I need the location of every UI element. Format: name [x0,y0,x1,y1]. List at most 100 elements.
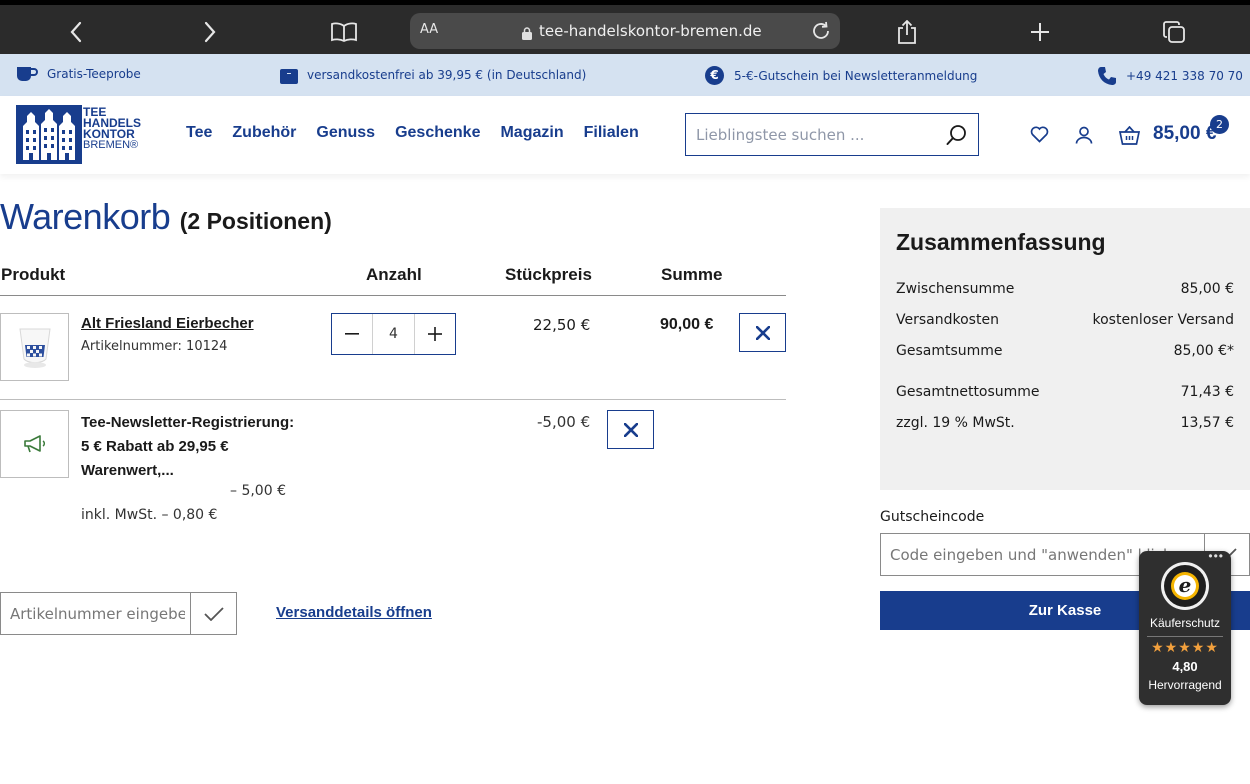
plus-icon [428,327,442,341]
euro-icon: € [705,66,724,85]
browser-toolbar: AA tee-handelskontor-bremen.de [0,0,1250,54]
buyer-protection-label: Käuferschutz [1149,616,1221,630]
package-icon [280,66,298,84]
column-quantity: Anzahl [366,265,422,284]
phone-icon [1098,67,1116,85]
usp-phone-text: +49 421 338 70 70 [1126,69,1243,83]
forward-icon[interactable] [192,17,228,47]
nav-zubehoer[interactable]: Zubehör [232,124,296,142]
increase-quantity-button[interactable] [415,314,455,354]
promotion-price: – 5,00 € [230,483,286,499]
trusted-shops-badge[interactable]: ••• e Käuferschutz ★★★★★ 4,80 Hervorrage… [1139,549,1231,705]
remove-item-button[interactable] [739,313,786,352]
minus-icon [345,333,359,335]
summary-vat-label: zzgl. 19 % MwSt. [896,415,1015,431]
sku-submit-button[interactable] [190,593,236,634]
nav-genuss[interactable]: Genuss [316,124,375,142]
cart-icon[interactable] [1118,125,1141,149]
column-total: Summe [661,265,723,284]
text-size-button[interactable]: AA [420,22,438,37]
heart-icon[interactable] [1030,126,1049,147]
summary-shipping-value: kostenloser Versand [1092,312,1234,328]
column-unit-price: Stückpreis [505,265,592,284]
row-divider [0,399,786,400]
summary-shipping-label: Versandkosten [896,312,999,328]
summary-subtotal-label: Zwischensumme [896,281,1015,297]
summary-net-label: Gesamtnettosumme [896,384,1040,400]
coupon-label: Gutscheincode [880,509,985,525]
usp-sample-text: Gratis-Teeprobe [47,67,141,81]
rating-value: 4,80 [1172,659,1198,674]
cart-count-badge: 2 [1210,115,1229,134]
usp-bar: Gratis-Teeprobe versandkostenfrei ab 39,… [0,54,1250,96]
new-tab-icon[interactable] [1022,17,1058,47]
search-icon[interactable] [946,124,968,146]
nav-tee[interactable]: Tee [186,124,212,142]
logo-text-bremen: BREMEN® [83,139,139,151]
more-icon[interactable]: ••• [1208,549,1224,563]
site-header: TEE HANDELS KONTOR BREMEN® Tee Zubehör G… [0,96,1250,174]
close-icon [755,325,770,340]
sku-input-placeholder: Artikelnummer eingeben ... [10,605,185,623]
page-title-text: Warenkorb [0,196,171,237]
summary-vat-value: 13,57 € [1180,415,1234,431]
usp-shipping-text: versandkostenfrei ab 39,95 € (in Deutsch… [307,68,587,82]
search-input[interactable]: Lieblingstee suchen ... [685,113,979,156]
summary-subtotal-value: 85,00 € [1180,281,1234,297]
back-icon[interactable] [58,17,94,47]
unit-price: 22,50 € [533,316,591,334]
main-nav: Tee Zubehör Genuss Geschenke Magazin Fil… [186,124,659,142]
column-product: Produkt [1,265,66,284]
trusted-shops-seal-letter: e [1178,573,1192,597]
badge-divider [1147,636,1223,637]
nav-geschenke[interactable]: Geschenke [395,124,480,142]
bookmarks-icon[interactable] [326,17,362,47]
summary-total-value: 85,00 €* [1173,343,1234,359]
product-name-link[interactable]: Alt Friesland Eierbecher [81,315,254,332]
close-icon [623,422,638,437]
tea-sample-icon [17,67,38,81]
trusted-shops-seal-icon: e [1160,561,1210,616]
nav-magazin[interactable]: Magazin [500,124,563,142]
address-bar[interactable]: AA tee-handelskontor-bremen.de [410,13,840,49]
remove-promotion-button[interactable] [607,410,654,449]
promotion-image [0,410,69,478]
summary-total-label: Gesamtsumme [896,343,1003,359]
promotion-unit-price: -5,00 € [537,413,591,431]
rating-grade: Hervorragend [1148,678,1222,692]
position-count: (2 Positionen) [179,208,332,234]
promotion-tax: inkl. MwSt. – 0,80 € [81,507,218,523]
decrease-quantity-button[interactable] [332,314,372,354]
check-icon [203,606,224,621]
summary-net-value: 71,43 € [1180,384,1234,400]
product-image[interactable] [0,313,69,381]
cart-total[interactable]: 85,00 € [1153,123,1216,145]
reload-icon[interactable] [810,20,832,46]
lock-icon [522,25,532,44]
logo[interactable]: TEE HANDELS KONTOR BREMEN® [15,104,147,165]
usp-voucher-text: 5-€-Gutschein bei Newsletteranmeldung [734,68,978,83]
nav-filialen[interactable]: Filialen [584,124,639,142]
search-placeholder: Lieblingstee suchen ... [696,126,865,144]
page-title: Warenkorb (2 Positionen) [0,196,332,238]
shipping-details-link[interactable]: Versanddetails öffnen [276,604,432,621]
summary-title: Zusammenfassung [896,229,1106,255]
quantity-value[interactable]: 4 [372,314,415,354]
rating-stars-icon: ★★★★★ [1151,639,1219,655]
table-header-divider [0,295,786,296]
order-summary: Zusammenfassung Zwischensumme 85,00 € Ve… [880,208,1250,490]
url-text: tee-handelskontor-bremen.de [539,22,762,40]
usp-voucher[interactable]: € 5-€-Gutschein bei Newsletteranmeldung [705,66,977,85]
usp-shipping[interactable]: versandkostenfrei ab 39,95 € (in Deutsch… [280,66,586,84]
sku-input[interactable]: Artikelnummer eingeben ... [0,592,237,635]
product-sku: Artikelnummer: 10124 [81,339,228,354]
egg-cup-icon [18,328,51,368]
row-total: 90,00 € [660,316,714,333]
usp-sample[interactable]: Gratis-Teeprobe [16,66,141,82]
usp-phone[interactable]: +49 421 338 70 70 [1097,66,1243,86]
tabs-icon[interactable] [1156,17,1192,47]
quantity-stepper: 4 [331,313,456,355]
account-icon[interactable] [1075,126,1093,148]
promotion-name: Tee-Newsletter-Registrierung: 5 € Rabatt… [81,414,295,479]
share-icon[interactable] [889,17,925,47]
